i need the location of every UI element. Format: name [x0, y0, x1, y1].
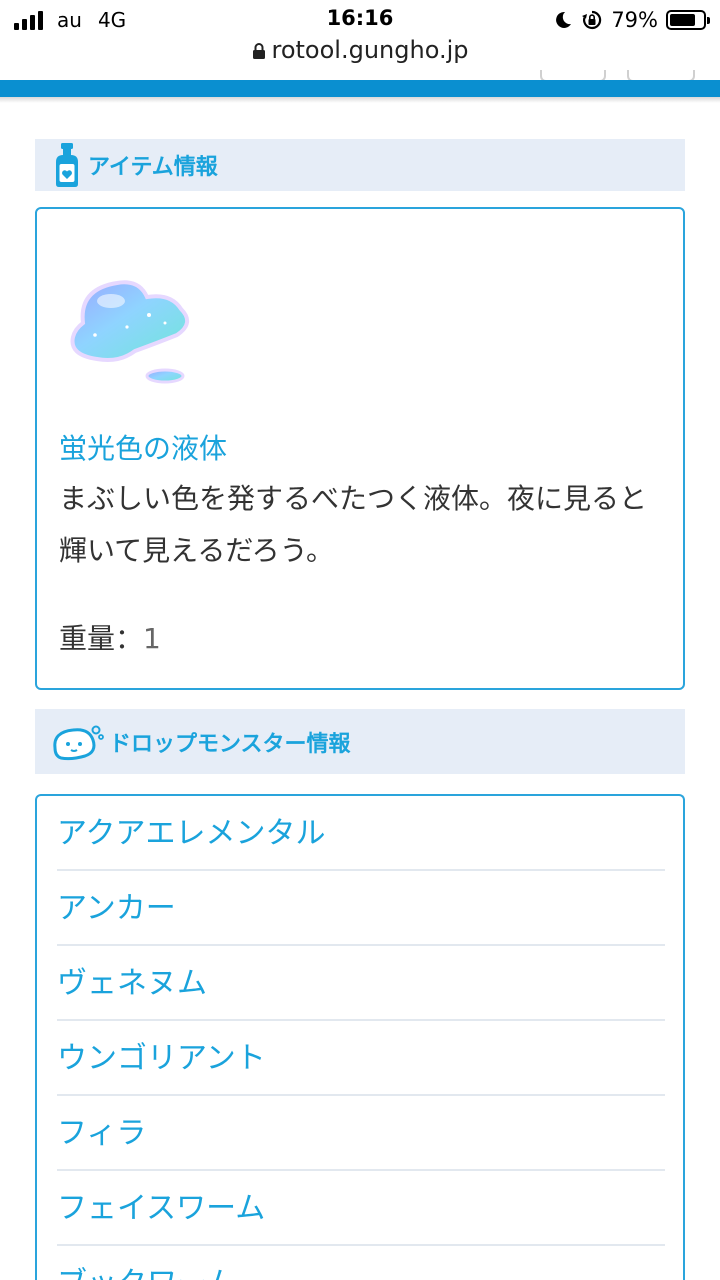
monster-link[interactable]: アクアエレメンタル — [57, 796, 665, 871]
battery-fill — [670, 14, 696, 26]
item-info-header: アイテム情報 — [35, 139, 685, 191]
monster-list: アクアエレメンタル アンカー ヴェネヌム ウンゴリアント フィラ フェイスワーム… — [57, 796, 665, 1280]
url-text: rotool.gungho.jp — [271, 36, 469, 64]
battery-percent: 79% — [611, 8, 658, 32]
battery-icon — [666, 10, 710, 30]
address-bar[interactable]: rotool.gungho.jp — [0, 36, 720, 70]
item-description: まぶしい色を発するべたつく液体。夜に見ると輝いて見えるだろう。 — [59, 482, 648, 567]
slime-monster-icon — [53, 725, 104, 760]
status-right: 79% — [553, 8, 710, 32]
item-weight: 重量：1 — [59, 617, 161, 657]
weight-label: 重量： — [59, 622, 144, 655]
item-name: 蛍光色の液体 — [59, 432, 228, 465]
site-header-bar — [0, 80, 720, 97]
lock-icon — [252, 43, 265, 59]
drop-monster-title: ドロップモンスター情報 — [109, 731, 351, 757]
monster-link[interactable]: ブックワーム — [57, 1246, 665, 1280]
monster-link[interactable]: ヴェネヌム — [57, 946, 665, 1021]
rotation-lock-icon — [582, 10, 602, 30]
drop-monster-header: ドロップモンスター情報 — [35, 709, 685, 774]
monster-link[interactable]: ウンゴリアント — [57, 1021, 665, 1096]
glowing-liquid-icon — [70, 280, 189, 384]
drop-monster-box: アクアエレメンタル アンカー ヴェネヌム ウンゴリアント フィラ フェイスワーム… — [35, 794, 685, 1280]
status-bar: au 4G 16:16 79% — [0, 0, 720, 40]
monster-link[interactable]: アンカー — [57, 871, 665, 946]
item-info-box: 蛍光色の液体 まぶしい色を発するべたつく液体。夜に見ると輝いて見えるだろう。 重… — [35, 207, 685, 690]
potion-bottle-icon — [56, 143, 78, 187]
item-info-title: アイテム情報 — [88, 155, 218, 180]
moon-icon — [556, 11, 572, 28]
weight-value: 1 — [143, 622, 161, 655]
monster-link[interactable]: フィラ — [57, 1096, 665, 1171]
monster-link[interactable]: フェイスワーム — [57, 1171, 665, 1246]
